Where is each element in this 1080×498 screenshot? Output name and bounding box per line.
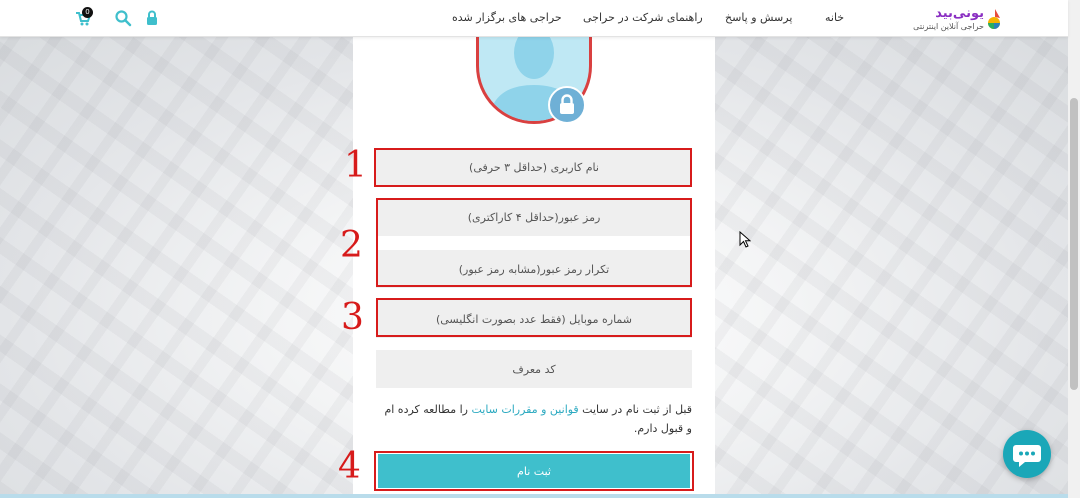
nav-held-auctions[interactable]: حراجی های برگزار شده [452,11,562,24]
bottom-strip [0,494,1068,498]
chat-bubble-icon [1013,445,1041,467]
logo-title: یونی‌بید [935,6,984,21]
referral-code-field[interactable] [376,350,692,388]
mouse-cursor-icon [739,231,751,248]
page-scrollbar[interactable] [1068,0,1080,498]
terms-link[interactable]: قوانین و مقررات سایت [471,403,578,416]
top-navbar: یونی‌بید حراجی آنلاین اینترنتی خانه پرسش… [0,0,1068,37]
nav-guide[interactable]: راهنمای شرکت در حراجی [583,11,703,24]
annotation-number-1: 1 [344,145,367,186]
register-button[interactable]: ثبت نام [378,454,690,488]
chat-button[interactable] [1003,430,1051,478]
search-icon[interactable] [114,9,132,27]
cart-count-badge: 0 [82,7,93,18]
scrollbar-thumb[interactable] [1070,98,1078,390]
logo-mark-icon [988,9,1000,29]
terms-before: قبل از ثبت نام در سایت [578,403,692,416]
password-repeat-field[interactable] [376,250,692,288]
nav-home[interactable]: خانه [825,11,844,24]
username-field[interactable] [376,148,692,186]
site-logo[interactable]: یونی‌بید حراجی آنلاین اینترنتی [912,5,1008,33]
nav-faq[interactable]: پرسش و پاسخ [725,11,792,24]
password-field[interactable] [376,198,692,236]
annotation-number-4: 4 [338,446,361,487]
logo-subtitle: حراجی آنلاین اینترنتی [913,22,984,31]
annotation-number-2: 2 [340,225,363,266]
lock-icon[interactable] [143,9,161,27]
annotation-number-3: 3 [341,297,364,338]
mobile-field[interactable] [376,300,692,338]
terms-text: قبل از ثبت نام در سایت قوانین و مقررات س… [376,400,692,438]
avatar-lock-icon [548,86,586,124]
